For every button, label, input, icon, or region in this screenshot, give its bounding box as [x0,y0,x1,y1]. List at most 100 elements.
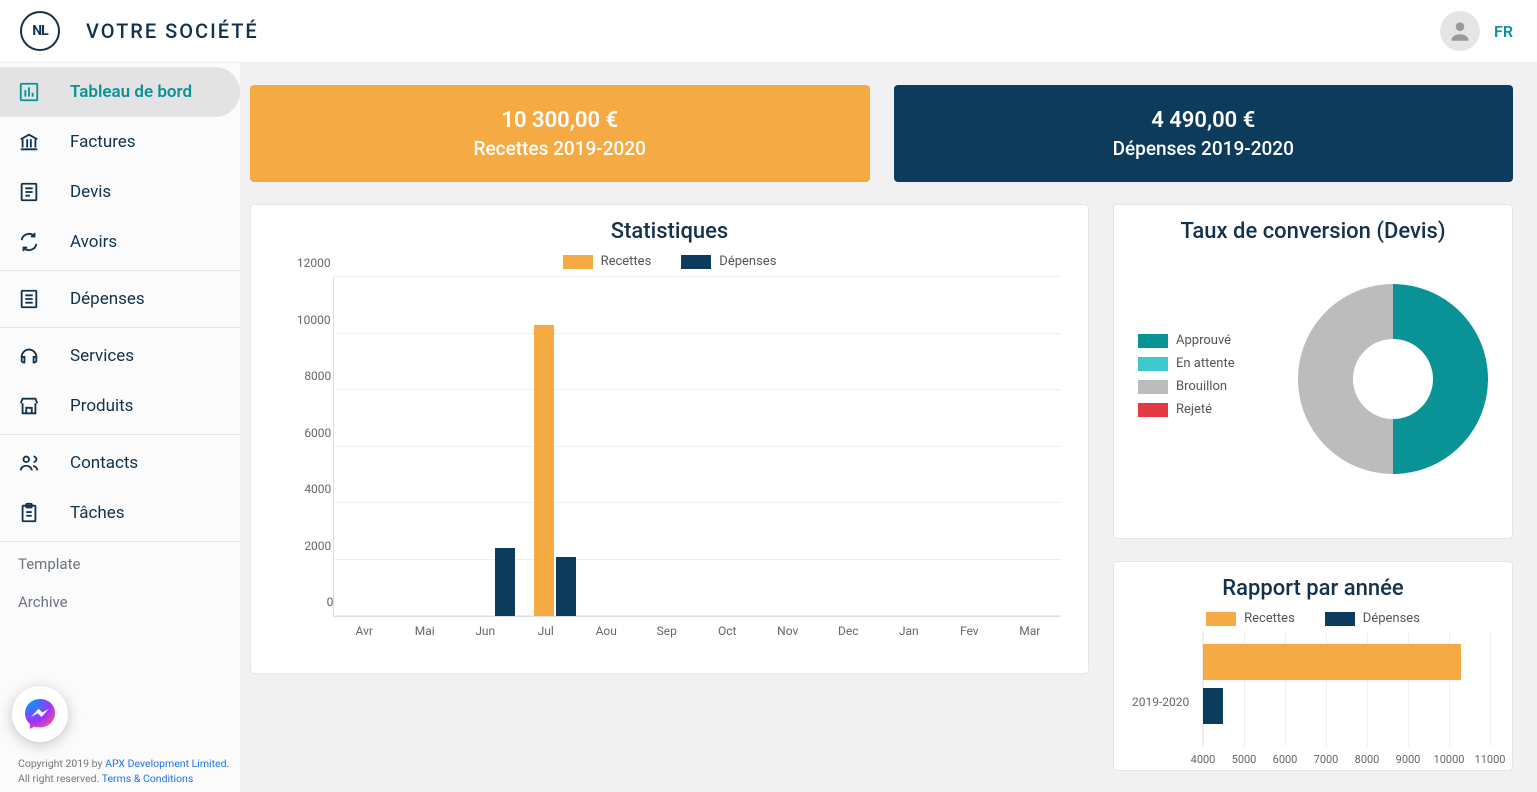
bar-dépenses [556,557,576,616]
nav-template[interactable]: Template [0,545,240,583]
clipboard-icon [18,502,40,524]
x-tick: 5000 [1232,753,1257,766]
legend-item[interactable]: Approuvé [1138,333,1235,348]
legend-item-recettes[interactable]: Recettes [563,254,652,269]
footer-company-link[interactable]: APX Development Limited. [105,757,229,770]
x-tick: Nov [777,624,798,638]
legend-item[interactable]: En attente [1138,356,1235,371]
nav-taches[interactable]: Tâches [0,488,240,538]
legend-item-depenses[interactable]: Dépenses [681,254,776,269]
x-tick: Aou [596,624,617,638]
panel-statistiques-title: Statistiques [251,219,1088,244]
messenger-icon [22,696,58,732]
sidebar: Tableau de bord Factures Devis Avoirs D [0,63,240,792]
x-tick: Jul [538,624,554,638]
x-tick: Mai [415,624,435,638]
annual-legend: Recettes Dépenses [1114,611,1512,626]
x-tick: Mar [1019,624,1040,638]
nav-devis[interactable]: Devis [0,167,240,217]
nav-label: Contacts [70,453,138,473]
x-tick: Jan [899,624,919,638]
card-depenses-label: Dépenses 2019-2020 [1113,137,1294,160]
y-tick: 4000 [304,482,331,496]
card-depenses[interactable]: 4 490,00 € Dépenses 2019-2020 [894,85,1514,182]
nav-tableau-de-bord[interactable]: Tableau de bord [0,67,240,117]
x-tick: 11000 [1475,753,1506,766]
company-name: VOTRE SOCIÉTÉ [86,19,259,43]
x-tick: Sep [657,624,677,638]
panel-conversion: Taux de conversion (Devis) Approuvé En at… [1113,204,1513,539]
x-tick: Dec [838,624,859,638]
sidebar-footer: Copyright 2019 by APX Development Limite… [18,756,230,786]
y-tick: 10000 [297,313,331,327]
nav-services[interactable]: Services [0,331,240,381]
legend-label: Recettes [1244,611,1295,626]
legend-swatch [1325,612,1355,626]
annual-bar-recettes [1203,644,1461,680]
legend-label: Dépenses [719,254,776,269]
nav-avoirs[interactable]: Avoirs [0,217,240,267]
legend-label: En attente [1176,356,1235,371]
annual-bar-dépenses [1203,688,1223,724]
legend-swatch [563,255,593,269]
bar-chart: 020004000600080001000012000AvrMaiJunJulA… [273,277,1066,647]
sync-icon [18,231,40,253]
chat-launcher[interactable] [12,686,68,742]
x-tick: 6000 [1273,753,1298,766]
nav-label: Devis [70,182,111,202]
receipt-icon [18,288,40,310]
avatar[interactable] [1440,11,1480,51]
legend-label: Brouillon [1176,379,1227,394]
x-tick: Fev [960,624,979,638]
legend-label: Rejeté [1176,402,1212,417]
footer-terms-link[interactable]: Terms & Conditions [102,772,194,785]
legend-swatch [1206,612,1236,626]
nav-archive[interactable]: Archive [0,583,240,621]
x-tick: 8000 [1355,753,1380,766]
y-tick: 12000 [297,256,331,270]
panel-statistiques: Statistiques Recettes Dépenses 0 2000 4000… [250,204,1089,674]
nav-produits[interactable]: Produits [0,381,240,431]
legend-item-recettes[interactable]: Recettes [1206,611,1295,626]
annual-chart: 4000500060007000800090001000011000 2019-… [1132,632,1494,772]
bar-recettes [534,325,554,616]
people-icon [18,452,40,474]
legend-swatch [1138,334,1168,348]
nav-contacts[interactable]: Contacts [0,438,240,488]
footer-rights-prefix: All right reserved. [18,772,102,785]
legend-swatch [1138,357,1168,371]
y-tick: 6000 [304,426,331,440]
nav-label: Avoirs [70,232,117,252]
stats-legend: Recettes Dépenses [251,254,1088,269]
y-tick: 8000 [304,369,331,383]
y-tick: 2000 [304,539,331,553]
dashboard-icon [18,81,40,103]
nav-label: Services [70,346,134,366]
legend-item-depenses[interactable]: Dépenses [1325,611,1420,626]
x-tick: Avr [356,624,373,638]
nav-label: Dépenses [70,289,145,309]
language-switch[interactable]: FR [1494,22,1513,41]
legend-label: Approuvé [1176,333,1231,348]
legend-swatch [1138,403,1168,417]
logo[interactable]: NL [20,11,60,51]
nav-factures[interactable]: Factures [0,117,240,167]
legend-label: Recettes [601,254,652,269]
x-tick: Jun [475,624,495,638]
nav-label: Produits [70,396,133,416]
legend-item[interactable]: Rejeté [1138,402,1235,417]
card-recettes[interactable]: 10 300,00 € Recettes 2019-2020 [250,85,870,182]
nav-depenses[interactable]: Dépenses [0,274,240,324]
panel-conversion-title: Taux de conversion (Devis) [1114,219,1512,244]
x-tick: 10000 [1434,753,1465,766]
bank-icon [18,131,40,153]
store-icon [18,395,40,417]
nav-label: Factures [70,132,136,152]
x-tick: 9000 [1396,753,1421,766]
legend-swatch [1138,380,1168,394]
y-tick: 0 [327,595,334,609]
legend-item[interactable]: Brouillon [1138,379,1235,394]
headset-icon [18,345,40,367]
nav-label: Tableau de bord [70,82,192,102]
footer-copyright-prefix: Copyright 2019 by [18,757,105,770]
